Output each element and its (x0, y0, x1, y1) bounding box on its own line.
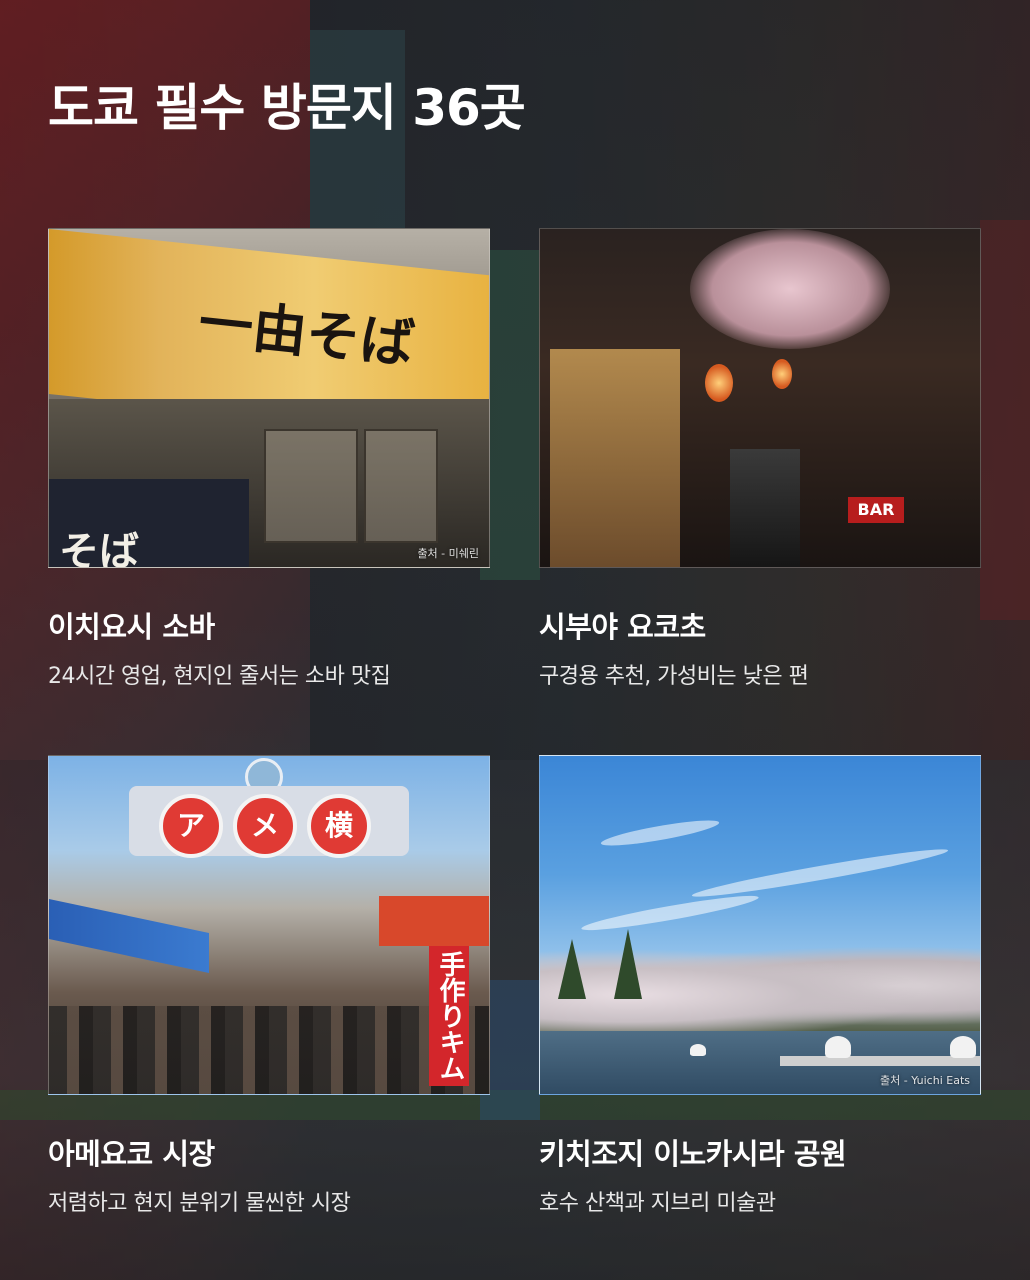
photo-credit: 출처 - 미쉐린 (417, 547, 479, 560)
place-card-ichiyoshi-soba[interactable]: 一由そば そば 출처 - 미쉐린 이치요시 소바 24시간 영업, 현지인 줄서… (48, 228, 490, 690)
card-title: 키치조지 이노카시라 공원 (539, 1137, 847, 1171)
noren-text: そば (59, 528, 139, 568)
card-description: 24시간 영업, 현지인 줄서는 소바 맛집 (48, 664, 391, 689)
place-photo: 출처 - Yuichi Eats (539, 755, 981, 1095)
card-description: 저렴하고 현지 분위기 물씬한 시장 (48, 1191, 351, 1216)
card-description: 구경용 추천, 가성비는 낮은 편 (539, 664, 809, 689)
card-title: 이치요시 소바 (48, 610, 215, 644)
shop-banner: 手作りキム (429, 946, 469, 1086)
arch-char: メ (233, 794, 297, 858)
bar-sign: BAR (848, 497, 904, 523)
card-title: 아메요코 시장 (48, 1137, 215, 1171)
page-title: 도쿄 필수 방문지 36곳 (48, 79, 526, 137)
arch-char: 横 (307, 794, 371, 858)
place-photo: ア メ 横 手作りキム (48, 755, 490, 1095)
arch-char: ア (159, 794, 223, 858)
place-card-inokashira-park[interactable]: 출처 - Yuichi Eats 키치조지 이노카시라 공원 호수 산책과 지브… (539, 755, 981, 1217)
photo-credit: 출처 - Yuichi Eats (880, 1074, 970, 1087)
place-card-shibuya-yokocho[interactable]: BAR 시부야 요코초 구경용 추천, 가성비는 낮은 편 (539, 228, 981, 690)
card-title: 시부야 요코초 (539, 610, 706, 644)
place-photo: BAR (539, 228, 981, 568)
place-photo: 一由そば そば 출처 - 미쉐린 (48, 228, 490, 568)
place-card-ameyoko-market[interactable]: ア メ 横 手作りキム 아메요코 시장 저렴하고 현지 분위기 물씬한 시장 (48, 755, 490, 1217)
card-description: 호수 산책과 지브리 미술관 (539, 1191, 776, 1216)
